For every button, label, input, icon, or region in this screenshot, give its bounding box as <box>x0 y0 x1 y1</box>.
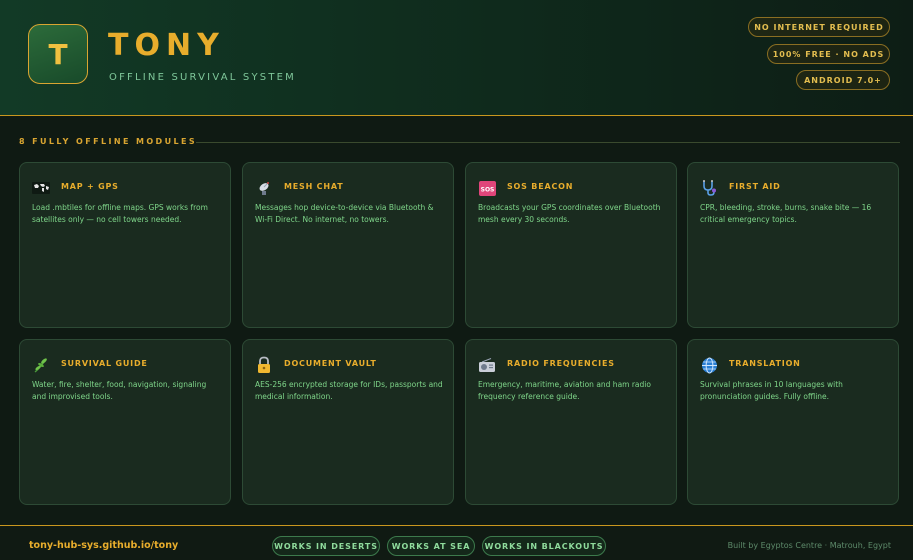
globe-icon <box>700 356 718 374</box>
footer: tony-hub-sys.github.io/tony WORKS IN DES… <box>0 525 913 560</box>
app-title: TONY <box>108 28 225 63</box>
app-subtitle: OFFLINE SURVIVAL SYSTEM <box>109 72 296 83</box>
module-description: Emergency, maritime, aviation and ham ra… <box>478 380 651 401</box>
module-description: Broadcasts your GPS coordinates over Blu… <box>478 203 661 224</box>
section-heading: 8 FULLY OFFLINE MODULES <box>19 137 198 146</box>
satellite-dish-icon <box>255 179 273 197</box>
footer-credit: Built by Egyptos Centre · Matrouh, Egypt <box>727 541 891 550</box>
svg-text:SOS: SOS <box>480 186 494 193</box>
module-card-survival-guide[interactable]: SURVIVAL GUIDE Water, fire, shelter, foo… <box>19 339 231 505</box>
sos-icon: SOS <box>478 179 496 197</box>
module-card-document-vault[interactable]: DOCUMENT VAULT AES-256 encrypted storage… <box>242 339 454 505</box>
module-description: Messages hop device-to-device via Blueto… <box>255 203 434 224</box>
module-description: AES-256 encrypted storage for IDs, passp… <box>255 380 443 401</box>
module-card-mesh-chat[interactable]: MESH CHAT Messages hop device-to-device … <box>242 162 454 328</box>
module-title: TRANSLATION <box>729 359 801 368</box>
module-card-first-aid[interactable]: FIRST AID CPR, bleeding, stroke, burns, … <box>687 162 899 328</box>
module-card-map-gps[interactable]: MAP + GPS Load .mbtiles for offline maps… <box>19 162 231 328</box>
tag-works-in-blackouts: WORKS IN BLACKOUTS <box>482 536 606 556</box>
module-description: Survival phrases in 10 languages with pr… <box>700 380 843 401</box>
radio-icon <box>478 356 496 374</box>
header: T TONY OFFLINE SURVIVAL SYSTEM NO INTERN… <box>0 0 913 116</box>
badge-no-internet: NO INTERNET REQUIRED <box>748 17 890 37</box>
module-title: MAP + GPS <box>61 182 119 191</box>
lock-icon <box>255 356 273 374</box>
module-card-sos-beacon[interactable]: SOS SOS BEACON Broadcasts your GPS coord… <box>465 162 677 328</box>
site-link[interactable]: tony-hub-sys.github.io/tony <box>29 540 178 551</box>
badge-free-no-ads: 100% FREE · NO ADS <box>767 44 890 64</box>
app-logo: T <box>28 24 88 84</box>
stethoscope-icon <box>700 179 718 197</box>
module-card-radio-frequencies[interactable]: RADIO FREQUENCIES Emergency, maritime, a… <box>465 339 677 505</box>
module-card-translation[interactable]: TRANSLATION Survival phrases in 10 langu… <box>687 339 899 505</box>
tag-works-at-sea: WORKS AT SEA <box>387 536 475 556</box>
module-title: DOCUMENT VAULT <box>284 359 377 368</box>
module-description: CPR, bleeding, stroke, burns, snake bite… <box>700 203 872 224</box>
module-description: Water, fire, shelter, food, navigation, … <box>32 380 207 401</box>
world-map-icon <box>32 179 50 197</box>
module-title: MESH CHAT <box>284 182 344 191</box>
module-title: FIRST AID <box>729 182 781 191</box>
tag-works-in-deserts: WORKS IN DESERTS <box>272 536 380 556</box>
module-title: SURVIVAL GUIDE <box>61 359 148 368</box>
module-description: Load .mbtiles for offline maps. GPS work… <box>32 203 208 224</box>
section-divider <box>196 142 900 143</box>
module-title: RADIO FREQUENCIES <box>507 359 615 368</box>
herb-icon <box>32 356 50 374</box>
badge-android-version: ANDROID 7.0+ <box>796 70 890 90</box>
module-title: SOS BEACON <box>507 182 574 191</box>
